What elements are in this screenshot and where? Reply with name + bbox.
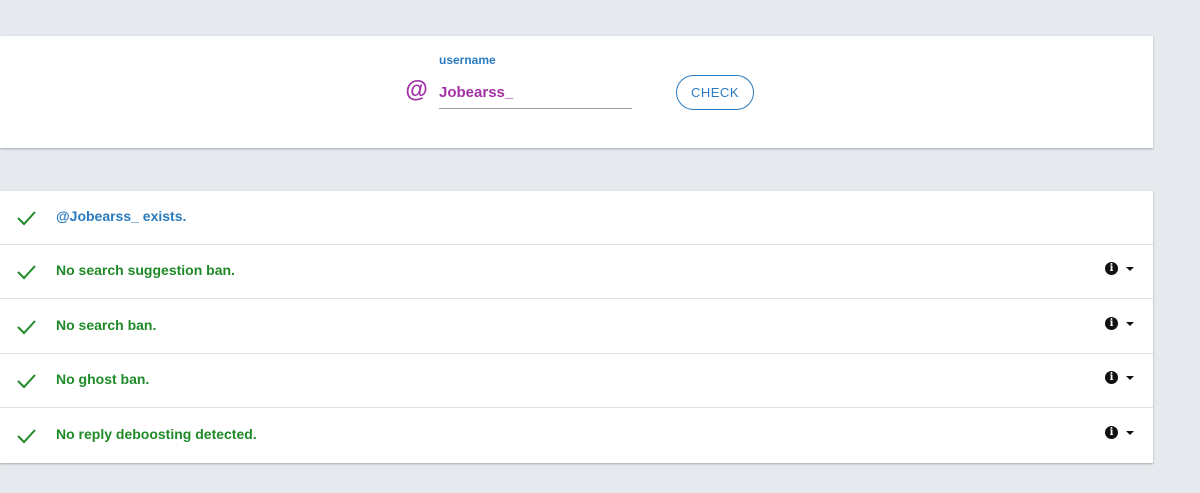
check-icon bbox=[17, 211, 36, 226]
info-icon[interactable]: i bbox=[1105, 371, 1118, 384]
result-text: No search suggestion ban. bbox=[56, 262, 235, 278]
username-input[interactable] bbox=[439, 77, 632, 109]
result-row-ghost-ban: No ghost ban. i bbox=[0, 354, 1153, 408]
caret-down-icon[interactable] bbox=[1126, 267, 1134, 271]
check-icon bbox=[17, 265, 36, 280]
check-icon bbox=[17, 374, 36, 389]
result-row-exists: @Jobearss_ exists. bbox=[0, 191, 1153, 245]
check-icon bbox=[17, 429, 36, 444]
result-row-reply-deboosting: No reply deboosting detected. i bbox=[0, 409, 1153, 463]
results-card: @Jobearss_ exists. No search suggestion … bbox=[0, 191, 1153, 463]
username-label: username bbox=[439, 53, 496, 67]
check-button[interactable]: CHECK bbox=[676, 75, 754, 110]
result-text: No search ban. bbox=[56, 317, 157, 333]
result-text: No ghost ban. bbox=[56, 371, 150, 387]
caret-down-icon[interactable] bbox=[1126, 322, 1134, 326]
info-icon[interactable]: i bbox=[1105, 317, 1118, 330]
result-text: No reply deboosting detected. bbox=[56, 426, 257, 442]
result-row-search-ban: No search ban. i bbox=[0, 300, 1153, 354]
info-icon[interactable]: i bbox=[1105, 262, 1118, 275]
info-icon[interactable]: i bbox=[1105, 426, 1118, 439]
caret-down-icon[interactable] bbox=[1126, 376, 1134, 380]
at-icon: @ bbox=[405, 76, 428, 102]
check-icon bbox=[17, 320, 36, 335]
caret-down-icon[interactable] bbox=[1126, 431, 1134, 435]
result-text: @Jobearss_ exists. bbox=[56, 208, 187, 224]
result-row-search-suggestion-ban: No search suggestion ban. i bbox=[0, 245, 1153, 299]
